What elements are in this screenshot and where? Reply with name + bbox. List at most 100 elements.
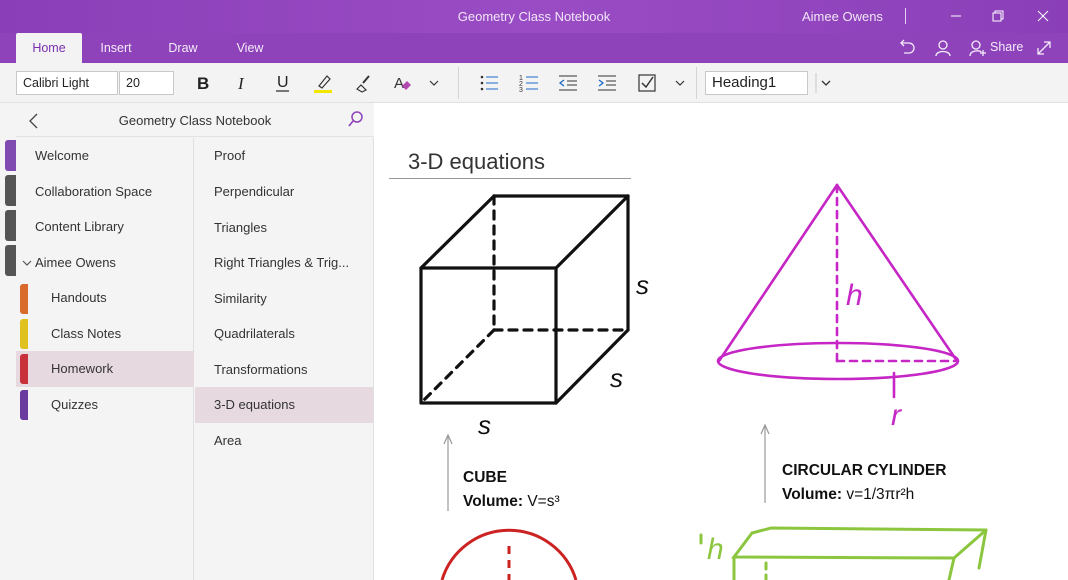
style-field[interactable]: Heading1 [705, 71, 808, 95]
minimize-button[interactable] [941, 4, 971, 28]
share-person-icon [969, 40, 986, 57]
increase-indent-button[interactable] [594, 71, 620, 95]
paintbrush-icon [356, 75, 370, 93]
format-painter-button[interactable] [349, 71, 375, 95]
font-size-field[interactable]: 20 [119, 71, 174, 95]
cone-volume[interactable]: Volume: v=1/3πr²h [782, 486, 914, 504]
cone-drawing [716, 183, 960, 399]
svg-text:U: U [277, 74, 289, 91]
tab-draw[interactable]: Draw [154, 33, 212, 63]
share-button[interactable]: Share [968, 38, 1028, 58]
notebook-tab-gray[interactable] [5, 210, 16, 241]
italic-button[interactable]: I [229, 71, 255, 95]
restore-button[interactable] [983, 4, 1013, 28]
sphere-drawing [440, 528, 578, 580]
bold-icon: B [197, 74, 209, 93]
tab-insert[interactable]: Insert [86, 33, 146, 63]
todo-tag-button[interactable] [634, 71, 660, 95]
undo-icon [900, 39, 915, 54]
section-welcome[interactable]: Welcome [16, 138, 194, 174]
page-canvas[interactable]: 3-D equations s s s h r h CUBE Volume: V… [374, 103, 1068, 580]
numbering-button[interactable]: 123 [516, 71, 542, 95]
section-color-yellow [20, 319, 28, 349]
toolbar-separator [696, 67, 697, 99]
italic-icon: I [237, 74, 245, 93]
notebook-header: Geometry Class Notebook [16, 103, 374, 137]
page-item[interactable]: Triangles [195, 210, 373, 246]
cube-volume[interactable]: Volume: V=s³ [463, 493, 560, 511]
section-label: Handouts [51, 290, 107, 305]
share-label: Share [990, 40, 1024, 54]
page-item[interactable]: Area [195, 423, 373, 459]
formatting-toolbar: Calibri Light 20 B I U A 123 Heading1 [0, 63, 1068, 103]
cone-name[interactable]: CIRCULAR CYLINDER [782, 462, 946, 480]
notebook-tab-gray[interactable] [5, 245, 16, 276]
section-group-aimee-owens[interactable]: Aimee Owens [16, 245, 194, 281]
account-button[interactable] [933, 38, 953, 58]
cone-radius-label: r [891, 399, 901, 432]
page-item[interactable]: Transformations [195, 352, 373, 388]
search-icon[interactable] [346, 109, 366, 129]
page-item[interactable]: Proof [195, 138, 373, 174]
section-quizzes[interactable]: Quizzes [16, 387, 194, 423]
person-icon [935, 40, 951, 57]
prism-drawing [699, 526, 988, 580]
tab-view[interactable]: View [222, 33, 278, 63]
highlighter-icon [314, 75, 332, 93]
page-item[interactable]: Quadrilaterals [195, 316, 373, 352]
cube-drawing [419, 194, 630, 405]
cone-arrow [760, 423, 770, 503]
cube-side-label: s [636, 270, 649, 300]
close-icon [1037, 10, 1049, 22]
more-text-options[interactable] [424, 71, 444, 95]
cone-name-text: CIRCULAR CYLINDER [782, 462, 947, 479]
chevron-down-icon [815, 73, 831, 93]
section-label: Quizzes [51, 397, 98, 412]
cube-name[interactable]: CUBE [463, 469, 507, 487]
cube-name-text: CUBE [463, 469, 507, 486]
user-name[interactable]: Aimee Owens [802, 9, 883, 24]
page-item[interactable]: Similarity [195, 281, 373, 317]
section-handouts[interactable]: Handouts [16, 280, 194, 316]
cone-formula: v=1/3πr²h [846, 486, 915, 503]
ribbon-tabs: Home Insert Draw View Share [0, 33, 1068, 63]
notebook-tab-purple[interactable] [5, 140, 16, 171]
bold-button[interactable]: B [190, 71, 216, 95]
clear-format-button[interactable]: A [389, 71, 415, 95]
cube-arrow [443, 433, 453, 511]
close-button[interactable] [1028, 4, 1058, 28]
cone-height-label: h [846, 279, 863, 312]
outdent-icon [558, 75, 577, 91]
underline-button[interactable]: U [270, 71, 296, 95]
page-item[interactable]: Right Triangles & Trig... [195, 245, 373, 281]
highlight-button[interactable] [310, 71, 336, 95]
numbered-list-icon: 123 [519, 75, 538, 94]
tab-home[interactable]: Home [16, 33, 82, 63]
section-content-library[interactable]: Content Library [16, 209, 194, 245]
page-list: Proof Perpendicular Triangles Right Tria… [195, 138, 374, 580]
notebook-title[interactable]: Geometry Class Notebook [16, 113, 374, 128]
undo-button[interactable] [898, 38, 918, 58]
bullets-button[interactable] [476, 71, 502, 95]
section-homework[interactable]: Homework [16, 351, 194, 387]
chevron-down-icon [675, 80, 685, 86]
decrease-indent-button[interactable] [555, 71, 581, 95]
style-dropdown[interactable] [815, 71, 837, 95]
section-class-notes[interactable]: Class Notes [16, 316, 194, 352]
section-label: Aimee Owens [35, 255, 116, 270]
more-paragraph-options[interactable] [670, 71, 690, 95]
font-name-field[interactable]: Calibri Light [16, 71, 118, 95]
svg-text:A: A [394, 75, 404, 92]
page-item-selected[interactable]: 3-D equations [195, 387, 373, 423]
section-collaboration-space[interactable]: Collaboration Space [16, 174, 194, 210]
page-item[interactable]: Perpendicular [195, 174, 373, 210]
prism-height-label: h [707, 533, 724, 566]
checkbox-icon [638, 74, 656, 92]
section-label: Class Notes [51, 326, 122, 341]
fullscreen-button[interactable] [1034, 38, 1054, 58]
title-bar: Geometry Class Notebook Aimee Owens [0, 0, 1068, 33]
toolbar-separator [458, 67, 459, 99]
notebook-tab-gray[interactable] [5, 175, 16, 206]
section-color-purple [20, 390, 28, 420]
cube-formula: V=s³ [527, 493, 560, 510]
